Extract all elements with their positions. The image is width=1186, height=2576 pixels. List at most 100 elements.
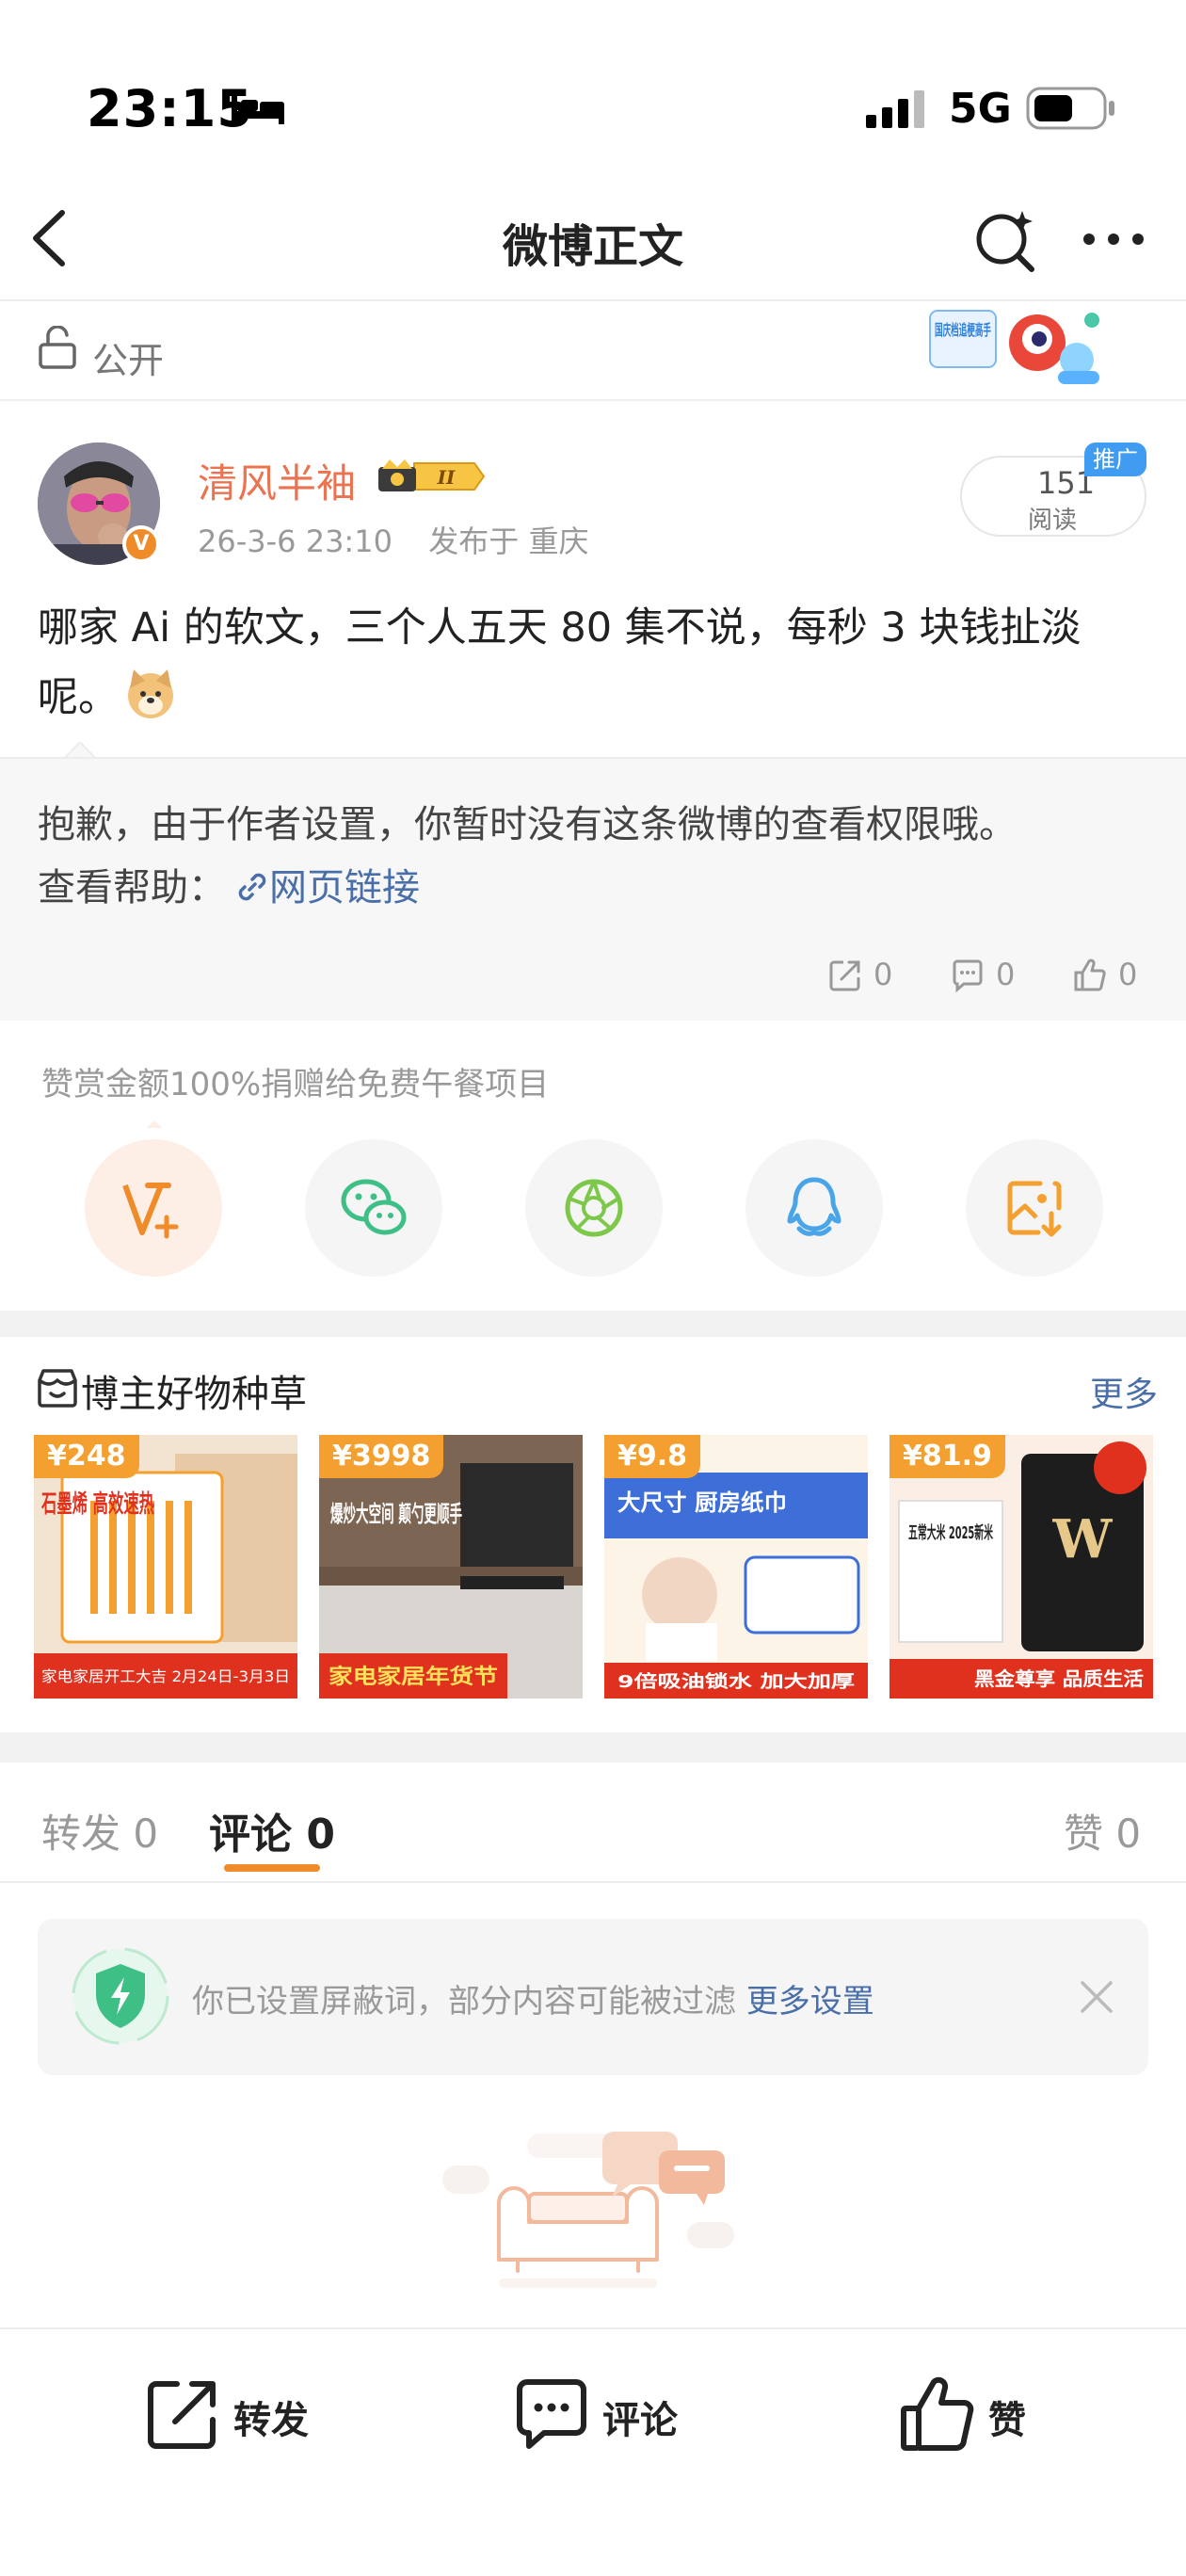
comment-label: 评论 (602, 2399, 678, 2442)
reward-share-section: 赞赏金额100%捐赠给免费午餐项目 (0, 1021, 1186, 1311)
promote-tag[interactable]: 推广 (1084, 443, 1146, 476)
empty-comments-illustration (442, 2132, 734, 2288)
verified-badge-icon: V (122, 525, 160, 563)
visibility-label: 公开 (92, 340, 165, 381)
restricted-message: 抱歉，由于作者设置，你暂时没有这条微博的查看权限哦。 (38, 803, 1017, 846)
filter-notice-text: 你已设置屏蔽词，部分内容可能被过滤 更多设置 (192, 1975, 874, 2021)
link-icon (238, 873, 266, 901)
share-wechat-button[interactable] (305, 1139, 442, 1277)
repost-icon (829, 960, 860, 991)
product-promo-text: 家电家居开工大吉 2月24日-3月3日 (41, 1667, 290, 1685)
product-price: ¥3998 (319, 1435, 444, 1478)
close-icon[interactable] (1077, 1977, 1116, 2017)
sleep-mode-icon (232, 96, 284, 124)
battery-icon (1026, 87, 1114, 130)
product-card[interactable]: 爆炒大空间 颠勺更顺手 家电家居年货节 ¥3998 (319, 1435, 583, 1699)
repost-icon (148, 2381, 216, 2449)
reads-label: 阅读 (1028, 507, 1078, 535)
section-divider (0, 1311, 1186, 1337)
interaction-tabs: 转发 0 评论 0 赞 0 (0, 1763, 1186, 1883)
thumbs-up-icon (1074, 958, 1106, 991)
like-count: 0 (1118, 957, 1138, 992)
tab-reposts[interactable]: 转发 0 (41, 1802, 158, 1860)
reward-v-plus-icon (122, 1183, 179, 1239)
save-image-icon (1007, 1181, 1062, 1237)
svg-text:W: W (1052, 1508, 1114, 1570)
repost-button[interactable]: 转发 (143, 2375, 331, 2459)
comment-count: 0 (996, 957, 1016, 992)
author-name[interactable]: 清风半袖 (198, 452, 356, 509)
level-badge-text: II (437, 466, 456, 489)
product-image-text: 爆炒大空间 颠勺更顺手 (330, 1501, 462, 1527)
post-location: 发布于 重庆 (428, 523, 589, 559)
help-prefix: 查看帮助： (38, 866, 226, 910)
section-divider (0, 1732, 1186, 1763)
unlocked-icon (39, 326, 76, 369)
thumbs-up-icon (901, 2376, 974, 2451)
selection-indicator (122, 1120, 186, 1128)
product-price: ¥9.8 (604, 1435, 701, 1478)
shield-bolt-icon (72, 1947, 169, 2045)
product-promo-text: 家电家居年货节 (329, 1665, 498, 1689)
tab-comments[interactable]: 评论 0 (209, 1800, 335, 1860)
qq-penguin-icon (787, 1177, 841, 1236)
post-body: 哪家 Ai 的软文，三个人五天 80 集不说，每秒 3 块钱扯淡呢。 (38, 593, 1148, 733)
post-text: 哪家 Ai 的软文，三个人五天 80 集不说，每秒 3 块钱扯淡呢。 (38, 604, 1082, 721)
product-image-text: 大尺寸 厨房纸巾 (617, 1489, 787, 1516)
post-date: 26-3-6 23:10 (198, 523, 393, 559)
product-card[interactable]: 石墨烯 高效速热 家电家居开工大吉 2月24日-3月3日 ¥248 (34, 1435, 297, 1699)
crown-level-badge-icon[interactable]: II (377, 456, 486, 497)
filter-notice: 你已设置屏蔽词，部分内容可能被过滤 更多设置 (38, 1919, 1148, 2075)
save-image-button[interactable] (966, 1139, 1103, 1277)
shop-icon (38, 1369, 77, 1408)
like-label: 赞 (988, 2399, 1026, 2442)
repost-count: 0 (873, 957, 893, 992)
moments-aperture-icon (565, 1179, 623, 1237)
donate-note: 赞赏金额100%捐赠给免费午餐项目 (41, 1066, 550, 1103)
tab-likes[interactable]: 赞 0 (1064, 1802, 1141, 1860)
network-type: 5G (949, 85, 1012, 133)
goods-more-link[interactable]: 更多 (1090, 1367, 1158, 1416)
goods-section: 博主好物种草 更多 石墨烯 高效速热 家电家居开工大吉 2月24日-3月3日 ¥… (0, 1337, 1186, 1732)
comment-icon (517, 2379, 586, 2449)
repost-label: 转发 (233, 2399, 309, 2442)
status-bar: 23:15 5G (0, 0, 1186, 179)
doge-emoji-icon (128, 669, 173, 718)
reward-button[interactable] (85, 1139, 222, 1277)
help-row: 查看帮助： 网页链接 (38, 857, 420, 911)
wechat-icon (341, 1179, 407, 1235)
product-promo-text: 黑金尊享 品质生活 (974, 1667, 1144, 1690)
nav-bar: 微博正文 (0, 179, 1186, 301)
active-tab-indicator (224, 1864, 320, 1872)
product-price: ¥248 (34, 1435, 139, 1478)
post-meta: 26-3-6 23:10 发布于 重庆 (198, 518, 588, 561)
product-promo-text: 9倍吸油锁水 加大加厚 (617, 1671, 855, 1692)
ai-search-icon[interactable] (973, 207, 1039, 273)
restricted-content-box: 抱歉，由于作者设置，你暂时没有这条微博的查看权限哦。 查看帮助： 网页链接 0 … (0, 757, 1186, 1021)
product-card[interactable]: 大尺寸 厨房纸巾 9倍吸油锁水 加大加厚 ¥9.8 (604, 1435, 868, 1699)
holiday-promo-banner[interactable]: 国庆档追梗高手 (926, 303, 1105, 392)
share-qq-button[interactable] (745, 1139, 883, 1277)
like-stat[interactable]: 0 (1073, 957, 1158, 994)
cellular-signal-icon (866, 90, 924, 128)
goods-title: 博主好物种草 (81, 1373, 307, 1416)
comment-button[interactable]: 评论 (512, 2375, 700, 2459)
help-web-link[interactable]: 网页链接 (269, 866, 420, 910)
banner-text: 国庆档追梗高手 (935, 321, 991, 339)
author-row: V 清风半袖 II 26-3-6 23:10 发布于 重庆 151 阅读 推广 (0, 405, 1186, 593)
filter-message: 你已设置屏蔽词，部分内容可能被过滤 (192, 1983, 736, 2021)
visibility-row: 公开 国庆档追梗高手 (0, 303, 1186, 401)
comment-icon (953, 959, 983, 992)
more-settings-link[interactable]: 更多设置 (746, 1983, 874, 2021)
share-moments-button[interactable] (525, 1139, 663, 1277)
comment-stat[interactable]: 0 (951, 957, 1035, 994)
product-price: ¥81.9 (890, 1435, 1005, 1478)
product-card[interactable]: W 五常大米 2025新米 黑金尊享 品质生活 ¥81.9 (890, 1435, 1153, 1699)
repost-stat[interactable]: 0 (828, 957, 913, 994)
product-image-text: 石墨烯 高效速热 (40, 1489, 154, 1519)
more-options-icon[interactable] (1081, 228, 1146, 250)
like-button[interactable]: 赞 (898, 2375, 1049, 2459)
bottom-action-bar: 转发 评论 赞 (0, 2327, 1186, 2576)
product-image-text: 五常大米 2025新米 (908, 1522, 994, 1543)
status-time: 23:15 (87, 79, 253, 138)
